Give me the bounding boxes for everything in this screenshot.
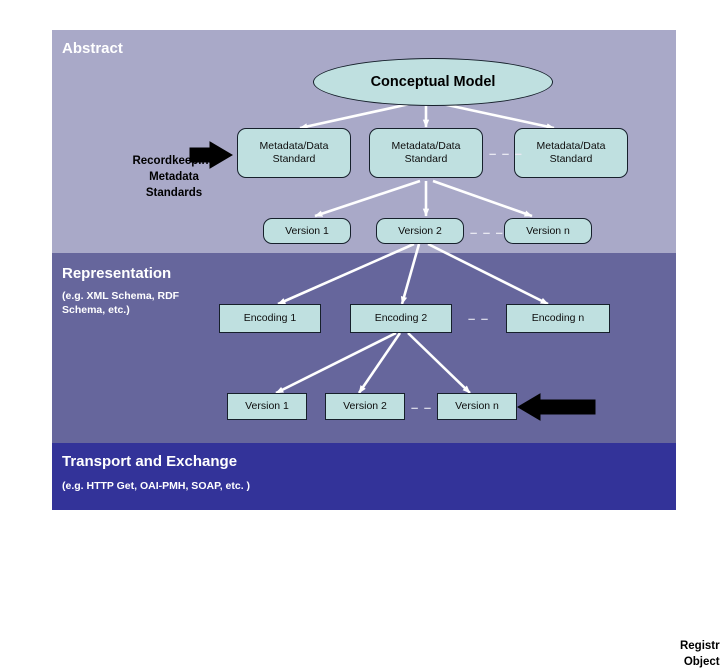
encoding-node-2-label: Encoding 2 <box>374 312 428 324</box>
encoding-version-node-3-label: Version n <box>455 400 499 412</box>
band-transport: Transport and Exchange (e.g. HTTP Get, O… <box>52 443 676 510</box>
standard-version-node-1[interactable]: Version 1 <box>263 218 351 244</box>
encoding-version-node-2-label: Version 2 <box>343 400 387 412</box>
standard-node-2-label: Metadata/Data Standard <box>391 140 461 165</box>
standard-node-1-label: Metadata/Data Standard <box>259 140 329 165</box>
standard-node-3[interactable]: Metadata/Data Standard <box>514 128 628 178</box>
encodings-ellipsis: – – <box>468 311 490 326</box>
registry-objects-label: Registry Objects <box>679 640 720 668</box>
standard-version-node-3[interactable]: Version n <box>504 218 592 244</box>
band-representation-subtitle: (e.g. XML Schema, RDF Schema, etc.) <box>62 290 180 316</box>
encoding-node-1-label: Encoding 1 <box>243 312 297 324</box>
standard-versions-ellipsis: – – – <box>470 225 504 240</box>
encoding-node-1[interactable]: Encoding 1 <box>219 304 321 333</box>
band-abstract-title: Abstract <box>62 40 123 57</box>
band-transport-title: Transport and Exchange <box>62 453 238 470</box>
standard-version-node-2-label: Version 2 <box>398 224 442 237</box>
encoding-version-node-3[interactable]: Version n <box>437 393 517 420</box>
standard-node-3-label: Metadata/Data Standard <box>536 140 606 165</box>
diagram-canvas: Abstract Recordkeeping Metadata Standard… <box>0 0 720 668</box>
band-representation-title: Representation <box>62 265 172 282</box>
encoding-node-2[interactable]: Encoding 2 <box>350 304 452 333</box>
standard-node-1[interactable]: Metadata/Data Standard <box>237 128 351 178</box>
encoding-node-3-label: Encoding n <box>531 312 585 324</box>
standard-version-node-2[interactable]: Version 2 <box>376 218 464 244</box>
encoding-node-3[interactable]: Encoding n <box>506 304 610 333</box>
encoding-version-node-1-label: Version 1 <box>245 400 289 412</box>
encoding-version-node-1[interactable]: Version 1 <box>227 393 307 420</box>
standard-node-2[interactable]: Metadata/Data Standard <box>369 128 483 178</box>
encoding-version-node-2[interactable]: Version 2 <box>325 393 405 420</box>
conceptual-model-node[interactable]: Conceptual Model <box>313 58 553 106</box>
encoding-versions-ellipsis: – – <box>411 400 433 415</box>
recordkeeping-metadata-standards-label: Recordkeeping Metadata Standards <box>132 155 216 199</box>
standard-version-node-1-label: Version 1 <box>285 224 329 237</box>
band-transport-subtitle: (e.g. HTTP Get, OAI-PMH, SOAP, etc. ) <box>62 480 251 492</box>
standards-ellipsis: – – – <box>489 146 523 161</box>
standard-version-node-3-label: Version n <box>526 224 570 237</box>
conceptual-model-label: Conceptual Model <box>370 74 496 90</box>
